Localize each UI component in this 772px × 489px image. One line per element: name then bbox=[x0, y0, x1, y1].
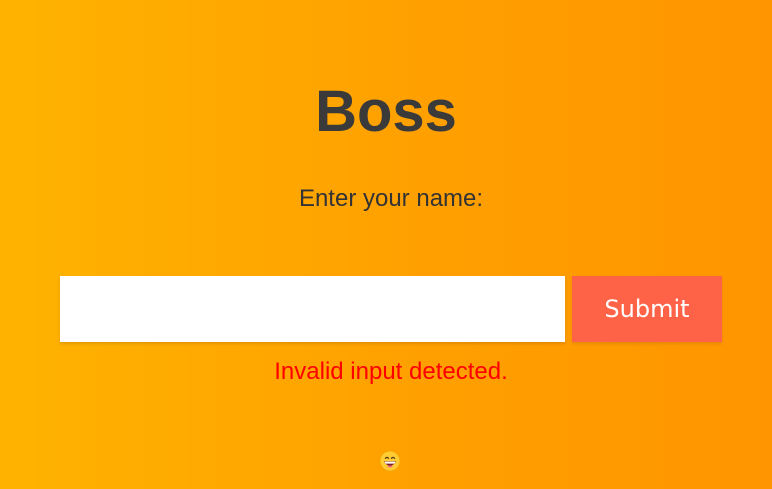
page-title: Boss bbox=[315, 79, 457, 144]
submit-button[interactable]: Submit bbox=[572, 276, 722, 342]
name-prompt-label: Enter your name: bbox=[298, 185, 484, 212]
error-message: Invalid input detected. bbox=[274, 358, 508, 385]
grinning-face-icon bbox=[378, 449, 402, 473]
name-input[interactable] bbox=[60, 276, 565, 342]
